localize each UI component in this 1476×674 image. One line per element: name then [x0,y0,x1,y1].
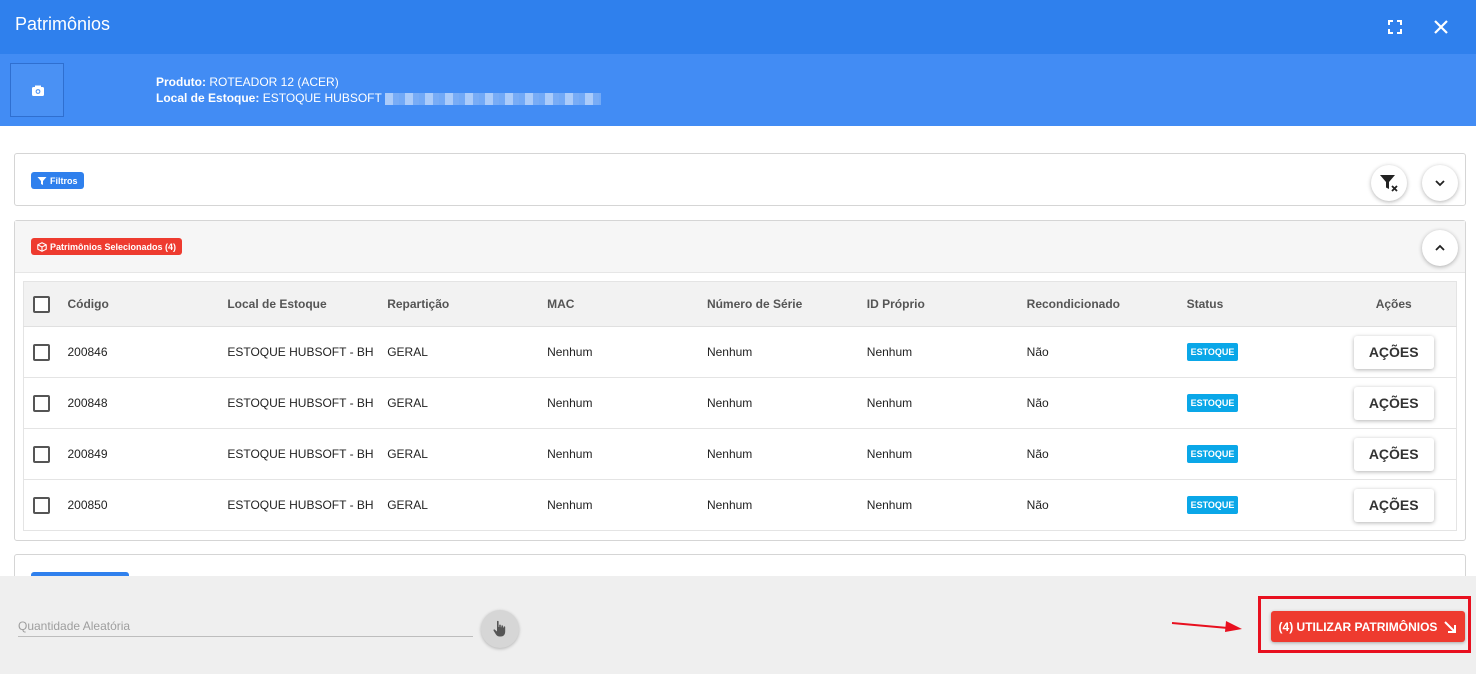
redacted-text [384,92,601,105]
cell-local: ESTOQUE HUBSOFT - BH [227,326,388,378]
cell-serie: Nenhum [706,377,867,429]
use-assets-button-label: (4) UTILIZAR PATRIMÔNIOS [1278,619,1438,634]
column-header[interactable]: Status [1186,281,1352,327]
use-assets-button[interactable]: (4) UTILIZAR PATRIMÔNIOS [1271,611,1465,642]
select-all-checkbox[interactable] [33,295,50,313]
table-row: 200849 ESTOQUE HUBSOFT - BH GERAL Nenhum… [23,428,1457,480]
cell-codigo: 200848 [67,377,228,429]
actions-button[interactable]: AÇÕES [1353,437,1434,471]
cell-recondicionado: Não [1026,498,1049,512]
selected-assets-chip[interactable]: Patrimônios Selecionados (4) [31,238,183,255]
column-header: Ações [1351,281,1457,327]
column-header[interactable]: Código [67,281,228,327]
actions-button[interactable]: AÇÕES [1353,386,1434,420]
cell-id-proprio: Nenhum [866,428,1027,480]
cell-reparticao: GERAL [387,428,548,480]
product-info: Produto: ROTEADOR 12 (ACER) Local de Est… [156,74,601,106]
cell-codigo: 200846 [67,326,228,378]
modal-footer: (4) UTILIZAR PATRIMÔNIOS [0,576,1476,674]
chevron-down-icon [1435,180,1445,187]
row-checkbox[interactable] [33,445,50,463]
patrimonios-modal: Patrimônios Produto: ROTEADOR 12 (ACER) … [0,0,1476,674]
row-checkbox[interactable] [33,496,50,514]
hand-pointer-icon [493,620,506,637]
cell-local: ESTOQUE HUBSOFT - BH [227,498,374,512]
filters-chip-label: Filtros [50,175,78,186]
cell-recondicionado: Não [1026,326,1187,378]
column-header[interactable]: MAC [547,281,707,327]
clear-filter-button[interactable] [1371,165,1407,201]
table-header-row: Código Local de Estoque Repartição MAC N… [23,281,1457,327]
stock-location-line: Local de Estoque: ESTOQUE HUBSOFT [156,90,601,106]
product-info-bar: Produto: ROTEADOR 12 (ACER) Local de Est… [0,54,1476,126]
selected-assets-table: Código Local de Estoque Repartição MAC N… [23,281,1457,531]
product-label: Produto: [156,75,206,89]
cell-serie: Nenhum [706,428,867,480]
table-row: 200850 ESTOQUE HUBSOFT - BH GERAL Nenhum… [24,480,1457,531]
chevron-up-icon [1435,244,1445,251]
table-row: 200846 ESTOQUE HUBSOFT - BH GERAL Nenhum… [23,326,1457,378]
product-line: Produto: ROTEADOR 12 (ACER) [156,74,601,90]
cell-id-proprio: Nenhum [866,498,913,512]
column-header[interactable]: ID Próprio [866,281,1027,327]
collapse-selected-button[interactable] [1422,230,1458,266]
filters-chip[interactable]: Filtros [31,172,84,189]
random-select-button[interactable] [481,610,519,648]
selected-assets-card: Patrimônios Selecionados (4) Código Loca… [14,220,1466,541]
table-row: 200848 ESTOQUE HUBSOFT - BH GERAL Nenhum… [23,377,1457,429]
fullscreen-icon[interactable] [1382,14,1408,40]
cell-codigo: 200849 [67,428,228,480]
filter-icon [37,176,47,185]
row-checkbox[interactable] [33,343,50,361]
row-checkbox[interactable] [33,394,50,412]
column-header[interactable]: Repartição [387,281,548,327]
stock-location-value: ESTOQUE HUBSOFT [262,91,382,105]
cell-recondicionado: Não [1026,428,1187,480]
random-quantity-input[interactable] [18,615,473,637]
column-header[interactable]: Local de Estoque [227,281,388,327]
column-header[interactable]: Recondicionado [1026,281,1187,327]
status-badge: ESTOQUE [1186,445,1239,463]
cell-serie: Nenhum [706,326,867,378]
close-icon[interactable] [1428,14,1454,40]
cell-reparticao: GERAL [387,326,548,378]
cell-id-proprio: Nenhum [866,326,1027,378]
status-badge: ESTOQUE [1186,496,1239,514]
product-value: ROTEADOR 12 (ACER) [209,75,339,89]
cell-id-proprio: Nenhum [866,377,1027,429]
status-badge: ESTOQUE [1186,343,1239,361]
cube-icon [37,241,47,252]
cell-reparticao: GERAL [387,377,548,429]
actions-button[interactable]: AÇÕES [1353,488,1434,522]
camera-icon [32,85,44,96]
cell-mac: Nenhum [547,377,707,429]
expand-filters-button[interactable] [1422,165,1458,201]
cell-reparticao: GERAL [387,498,428,512]
cell-codigo: 200850 [67,498,108,512]
annotation-arrow [1171,621,1242,632]
modal-title: Patrimônios [15,14,111,34]
cell-local: ESTOQUE HUBSOFT - BH [227,377,388,429]
selected-assets-header: Patrimônios Selecionados (4) [15,221,1465,273]
cell-serie: Nenhum [706,498,753,512]
cell-recondicionado: Não [1026,377,1187,429]
modal-header: Patrimônios [0,0,1476,54]
filters-card: Filtros [14,153,1466,206]
stock-location-label: Local de Estoque: [156,91,260,105]
column-header[interactable]: Número de Série [706,281,867,327]
cell-mac: Nenhum [547,498,593,512]
selected-assets-chip-label: Patrimônios Selecionados (4) [50,241,177,252]
product-photo-button[interactable] [10,63,64,117]
cell-mac: Nenhum [547,326,707,378]
status-badge: ESTOQUE [1186,394,1239,412]
arrow-down-right-icon [1444,620,1457,633]
cell-local: ESTOQUE HUBSOFT - BH [227,428,388,480]
actions-button[interactable]: AÇÕES [1353,335,1434,369]
clear-filter-icon [1380,175,1398,192]
cell-mac: Nenhum [547,428,707,480]
